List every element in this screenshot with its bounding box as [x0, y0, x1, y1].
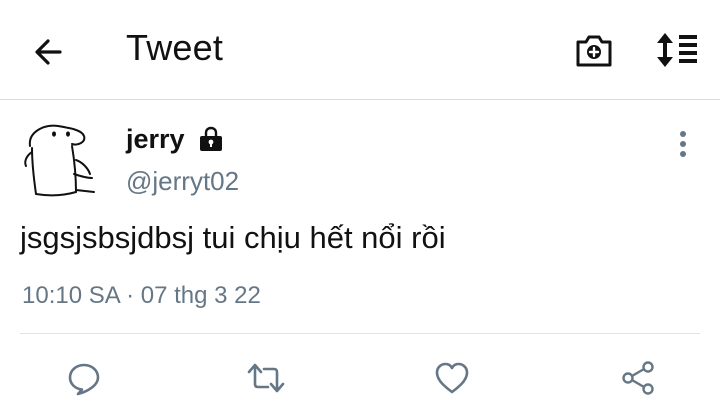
- camera-button[interactable]: [574, 30, 614, 70]
- display-name[interactable]: jerry: [126, 124, 185, 155]
- sort-list-icon: [657, 33, 697, 67]
- sort-button[interactable]: [653, 30, 701, 70]
- heart-icon: [435, 362, 469, 394]
- share-icon: [622, 361, 654, 395]
- reply-icon: [68, 363, 100, 396]
- like-button[interactable]: [430, 356, 474, 400]
- divider: [20, 333, 700, 334]
- top-app-bar: Tweet: [0, 0, 720, 100]
- retweet-button[interactable]: [244, 356, 288, 400]
- share-button[interactable]: [616, 356, 660, 400]
- tweet-text: jsgsjsbsjdbsj tui chịu hết nổi rồi: [20, 220, 446, 255]
- more-vertical-icon: [680, 131, 686, 157]
- page-title: Tweet: [126, 27, 224, 68]
- lock-icon: [197, 126, 225, 152]
- avatar[interactable]: [18, 118, 102, 202]
- arrow-left-icon: [35, 39, 62, 65]
- reply-button[interactable]: [62, 356, 106, 400]
- user-handle[interactable]: @jerryt02: [126, 166, 239, 197]
- back-button[interactable]: [30, 32, 70, 72]
- more-options-button[interactable]: [672, 128, 694, 162]
- retweet-icon: [247, 363, 285, 393]
- camera-plus-icon: [576, 35, 612, 67]
- tweet-timestamp: 10:10 SA · 07 thg 3 22: [22, 282, 261, 309]
- author-row: jerry: [126, 122, 225, 156]
